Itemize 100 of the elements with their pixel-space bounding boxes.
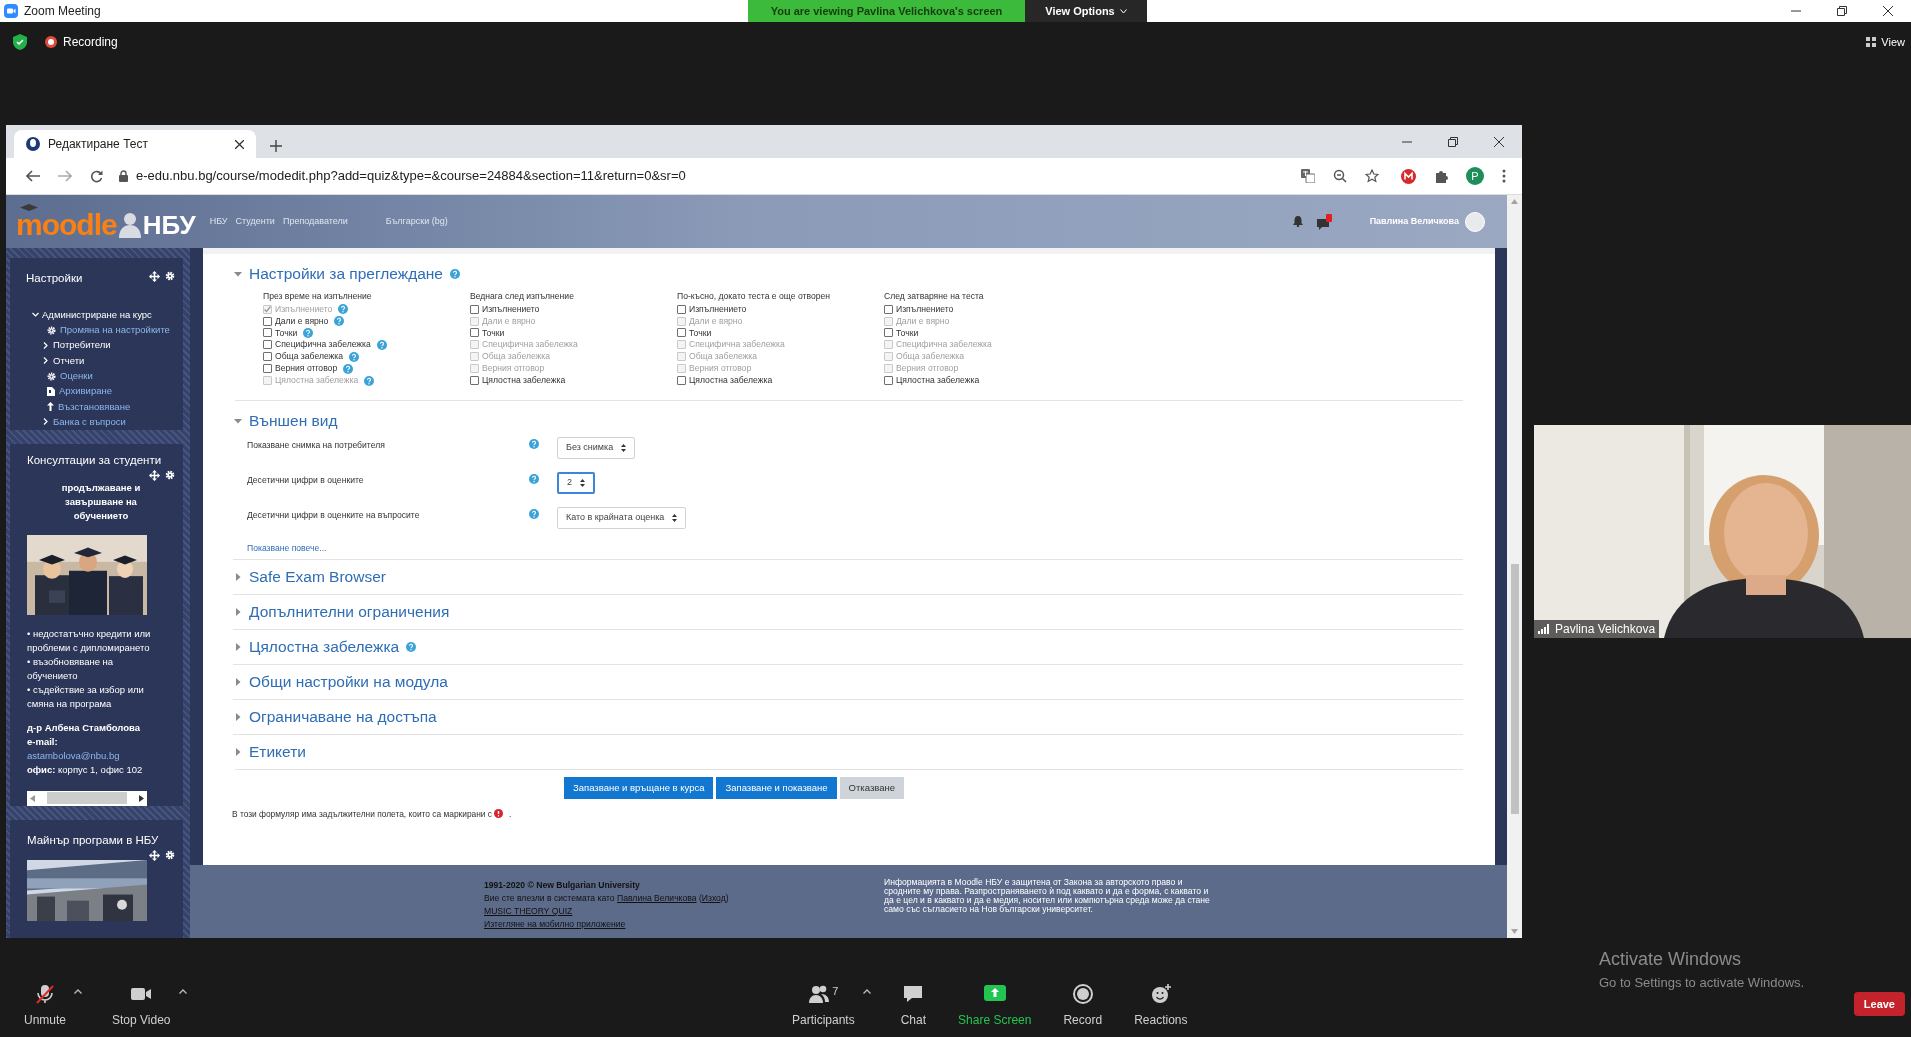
scrollbar-thumb[interactable] (1510, 564, 1519, 814)
checkbox[interactable] (677, 376, 686, 386)
user-link[interactable]: Павлина Величкова (617, 893, 697, 903)
tree-item[interactable]: Администриране на курс (42, 307, 152, 322)
expand-icon[interactable] (233, 641, 243, 652)
move-icon[interactable] (149, 469, 160, 481)
checkbox[interactable] (884, 376, 893, 386)
view-options-button[interactable]: View Options (1025, 0, 1147, 22)
expand-icon[interactable] (233, 571, 243, 582)
login-info: Вие сте влезли в системата като Павлина Величкова (Изход) (484, 892, 730, 905)
toolbar-button[interactable]: Share Screen (956, 983, 1034, 1029)
toolbar-button[interactable]: Stop Video (110, 983, 173, 1029)
language-menu[interactable]: Български (bg) (385, 214, 448, 229)
checkbox[interactable] (263, 352, 272, 362)
settings-icon[interactable] (165, 849, 175, 860)
translate-icon[interactable] (1301, 169, 1315, 183)
nav-link[interactable]: Преподаватели (282, 214, 348, 229)
leave-button[interactable]: Leave (1853, 992, 1905, 1016)
checkbox[interactable] (263, 316, 272, 326)
tree-link[interactable]: Оценки (60, 368, 93, 384)
browser-tab[interactable]: Редактиране Тест (14, 130, 256, 158)
back-button[interactable] (26, 170, 40, 182)
extension-icon[interactable] (1401, 168, 1416, 184)
toolbar-button[interactable]: 7 Participants (790, 983, 857, 1029)
nav-link[interactable]: Студенти (235, 214, 275, 229)
more-icon[interactable] (1502, 169, 1506, 183)
checkbox[interactable] (263, 340, 272, 350)
toolbar-button[interactable]: Reactions (1132, 983, 1190, 1029)
move-icon[interactable] (149, 849, 160, 861)
checkbox[interactable] (470, 376, 479, 386)
vertical-scrollbar[interactable] (1507, 195, 1522, 938)
horizontal-scrollbar[interactable] (27, 791, 147, 806)
reload-button[interactable] (90, 169, 103, 183)
settings-icon[interactable] (165, 469, 175, 480)
tree-item[interactable]: Отчети (53, 353, 85, 368)
tree-link[interactable]: Възстановяване (58, 399, 131, 414)
save-button[interactable]: Запазване и връщане в курса (564, 776, 714, 799)
select-field[interactable]: Като в крайната оценка (557, 506, 687, 529)
checkbox[interactable] (677, 328, 686, 338)
settings-icon (47, 325, 56, 335)
checkbox[interactable] (470, 328, 479, 338)
caret-icon[interactable] (862, 989, 871, 994)
cancel-button[interactable]: Отказване (839, 776, 904, 799)
nav-link[interactable]: НБУ (209, 214, 228, 229)
checkbox[interactable] (884, 304, 893, 314)
tree-item[interactable]: Потребители (53, 338, 111, 353)
footer-link[interactable]: MUSIC THEORY QUIZ (484, 905, 573, 918)
close-icon[interactable] (235, 139, 244, 149)
profile-avatar[interactable]: P (1466, 167, 1484, 185)
checkbox-label: Дали е вярно (275, 314, 329, 328)
caret-icon[interactable] (74, 989, 83, 994)
checkbox[interactable] (263, 364, 272, 374)
toolbar-button[interactable]: Unmute (22, 983, 69, 1029)
checkbox[interactable] (470, 304, 479, 314)
select-field[interactable]: 2 (557, 471, 595, 494)
expand-icon[interactable] (233, 606, 243, 617)
logo-suffix[interactable]: НБУ (142, 211, 196, 239)
section-title[interactable]: Външен вид (249, 409, 338, 433)
email-link[interactable]: astambolova@nbu.bg (27, 750, 120, 762)
expand-icon[interactable] (233, 746, 243, 757)
checkbox-label: Специфична забележка (896, 338, 992, 352)
toolbar-button[interactable]: Record (1061, 983, 1105, 1029)
select-field[interactable]: Без снимка (557, 436, 636, 459)
section-title[interactable]: Ограничаване на достъпа (249, 705, 437, 729)
checkbox[interactable] (263, 328, 272, 338)
new-tab-button[interactable] (270, 140, 282, 152)
settings-icon[interactable] (165, 271, 175, 281)
section-title[interactable]: Настройки за преглеждане (249, 262, 443, 286)
checkbox-label: Точки (482, 326, 505, 340)
toolbar-button[interactable]: Chat (898, 983, 929, 1029)
checkbox-label: Дали е вярно (689, 314, 743, 328)
move-icon[interactable] (149, 271, 160, 282)
show-more-link[interactable]: Показване повече... (247, 541, 327, 555)
star-icon[interactable] (1365, 169, 1379, 183)
chevron-icon[interactable] (42, 342, 49, 349)
puzzle-icon[interactable] (1434, 169, 1448, 183)
footer-link[interactable]: Изтегляне на мобилно приложение (484, 918, 626, 931)
section-title[interactable]: Общи настройки на модула (249, 670, 448, 694)
section-title[interactable]: Допълнителни ограничения (249, 600, 450, 624)
messages-icon[interactable] (1316, 213, 1332, 230)
tree-link[interactable]: Промяна на настройките (60, 323, 170, 338)
note-end: . (509, 807, 512, 821)
section-title[interactable]: Safe Exam Browser (249, 565, 386, 589)
checkbox[interactable] (884, 328, 893, 338)
caret-icon[interactable] (178, 989, 187, 994)
tree-link[interactable]: Банка с въпроси (53, 414, 126, 430)
save-button[interactable]: Запазване и показване (716, 776, 837, 799)
section-title[interactable]: Цялостна забележка (249, 635, 400, 659)
chevron-icon[interactable] (32, 311, 39, 319)
tree-link[interactable]: Архивиране (59, 384, 113, 399)
view-button[interactable]: View (1866, 33, 1905, 51)
bell-icon[interactable] (1292, 216, 1303, 227)
address-field[interactable]: e-edu.nbu.bg/course/modedit.php?add=quiz&type=&course=24884&section=11&return=0&sr=0 (119, 166, 1301, 186)
zoom-icon[interactable] (1333, 169, 1347, 183)
checkbox[interactable] (677, 304, 686, 314)
expand-icon[interactable] (233, 676, 243, 687)
chevron-icon[interactable] (42, 418, 49, 426)
section-title[interactable]: Етикети (249, 740, 306, 764)
expand-icon[interactable] (233, 711, 243, 722)
record-dot-icon (45, 36, 57, 48)
